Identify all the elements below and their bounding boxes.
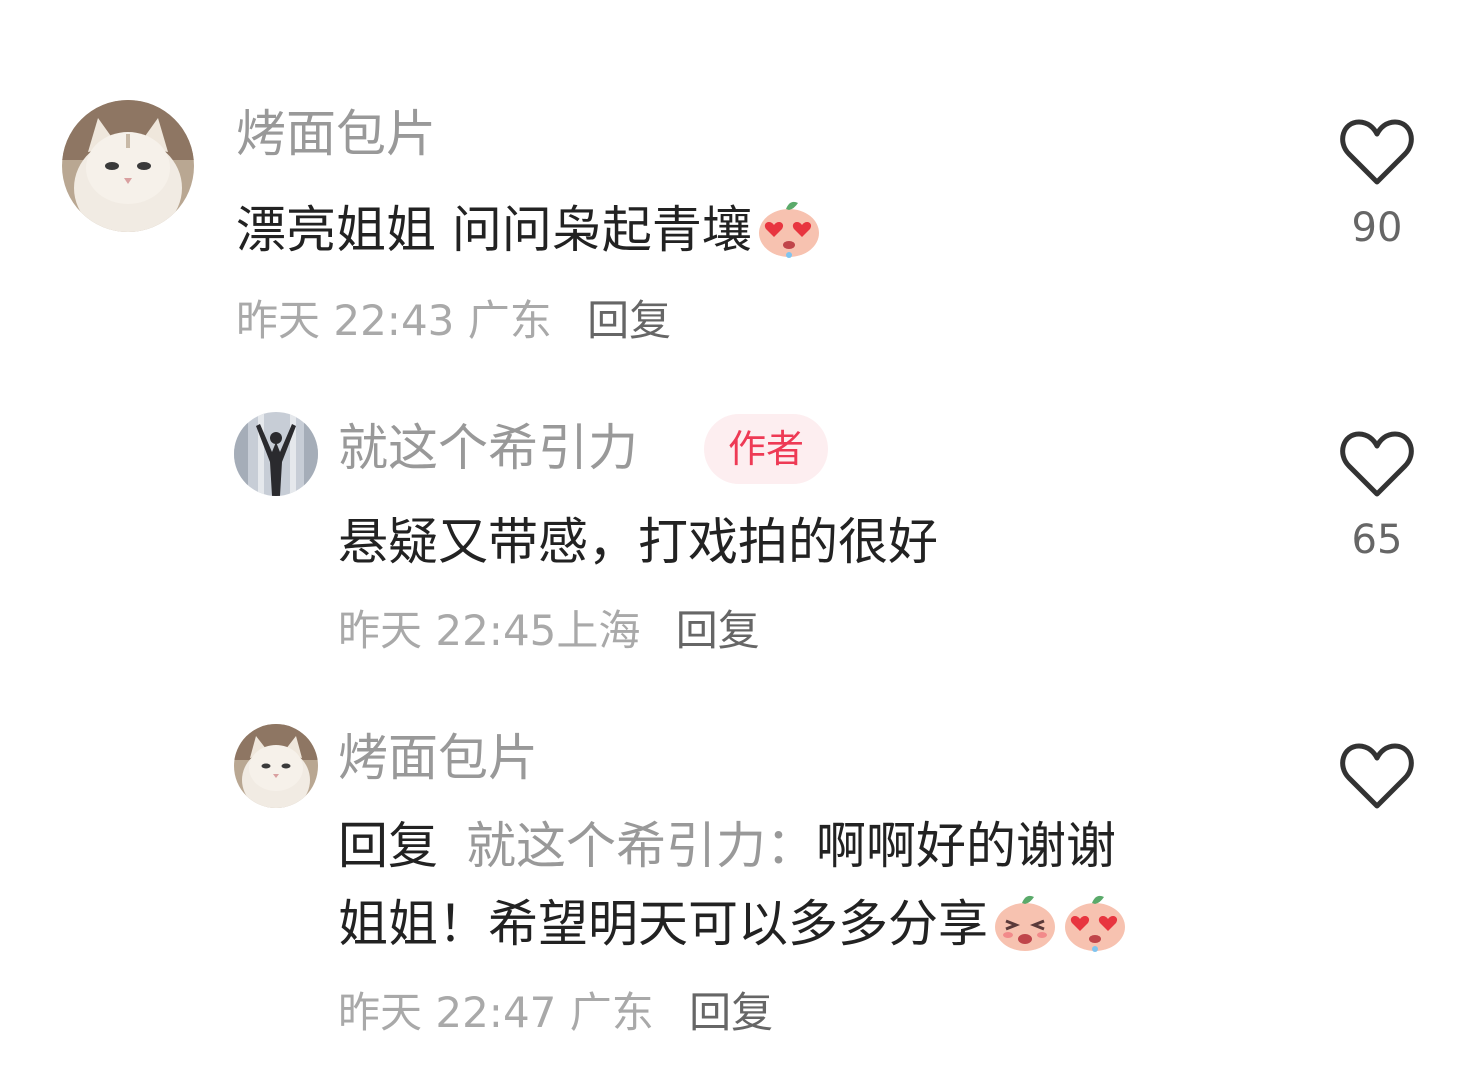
- white-cat-avatar-icon: [234, 724, 318, 808]
- comment-meta: 昨天 22:47 广东 回复: [338, 988, 773, 1038]
- comment-text: 回复 就这个希引力：啊啊好的谢谢: [338, 806, 1116, 886]
- reply-prefix: 回复: [338, 817, 438, 875]
- comment-username[interactable]: 烤面包片: [236, 104, 436, 164]
- comment-time: 昨天 22:43: [236, 296, 455, 345]
- comment-location: 广东: [569, 988, 654, 1037]
- comment-location: 广东: [467, 296, 552, 345]
- like-button[interactable]: 90: [1337, 118, 1417, 252]
- silhouette-avatar-icon: [234, 412, 318, 496]
- heart-icon: [1340, 431, 1414, 497]
- heart-eyes-peach-emoji-icon: [756, 195, 822, 261]
- comment-text-line2: 姐姐！希望明天可以多多分享: [338, 895, 988, 953]
- comment-location: 上海: [556, 606, 641, 655]
- white-cat-avatar-icon: [62, 100, 194, 232]
- reply-button[interactable]: 回复: [587, 296, 671, 345]
- heart-eyes-peach-emoji-icon: [1062, 889, 1128, 955]
- author-badge: 作者: [704, 414, 829, 484]
- comment-text-content: 漂亮姐姐 问问枭起青壤: [236, 201, 752, 259]
- comment-text: 悬疑又带感，打戏拍的很好: [338, 513, 938, 571]
- like-count: 90: [1351, 205, 1403, 251]
- like-button[interactable]: 65: [1337, 430, 1417, 564]
- like-button[interactable]: [1337, 742, 1417, 810]
- avatar[interactable]: [234, 724, 318, 808]
- blushing-peach-emoji-icon: [992, 889, 1058, 955]
- comment-text: 漂亮姐姐 问问枭起青壤: [236, 190, 822, 270]
- comment-username[interactable]: 烤面包片: [338, 728, 538, 788]
- comment-time: 昨天 22:45: [338, 606, 557, 655]
- comment-text: 姐姐！希望明天可以多多分享: [338, 884, 1128, 964]
- comment-meta: 昨天 22:43 广东 回复: [236, 296, 671, 346]
- reply-button[interactable]: 回复: [689, 988, 773, 1037]
- reply-target-username[interactable]: 就这个希引力：: [466, 817, 816, 875]
- avatar[interactable]: [62, 100, 194, 232]
- like-count: 65: [1351, 517, 1403, 563]
- comment-time: 昨天 22:47: [338, 988, 557, 1037]
- comment-meta: 昨天 22:45上海 回复: [338, 606, 760, 656]
- comment-text-line1: 啊啊好的谢谢: [816, 817, 1116, 875]
- avatar[interactable]: [234, 412, 318, 496]
- comment-username[interactable]: 就这个希引力: [338, 418, 638, 478]
- reply-button[interactable]: 回复: [676, 606, 760, 655]
- heart-icon: [1340, 119, 1414, 185]
- heart-icon: [1340, 743, 1414, 809]
